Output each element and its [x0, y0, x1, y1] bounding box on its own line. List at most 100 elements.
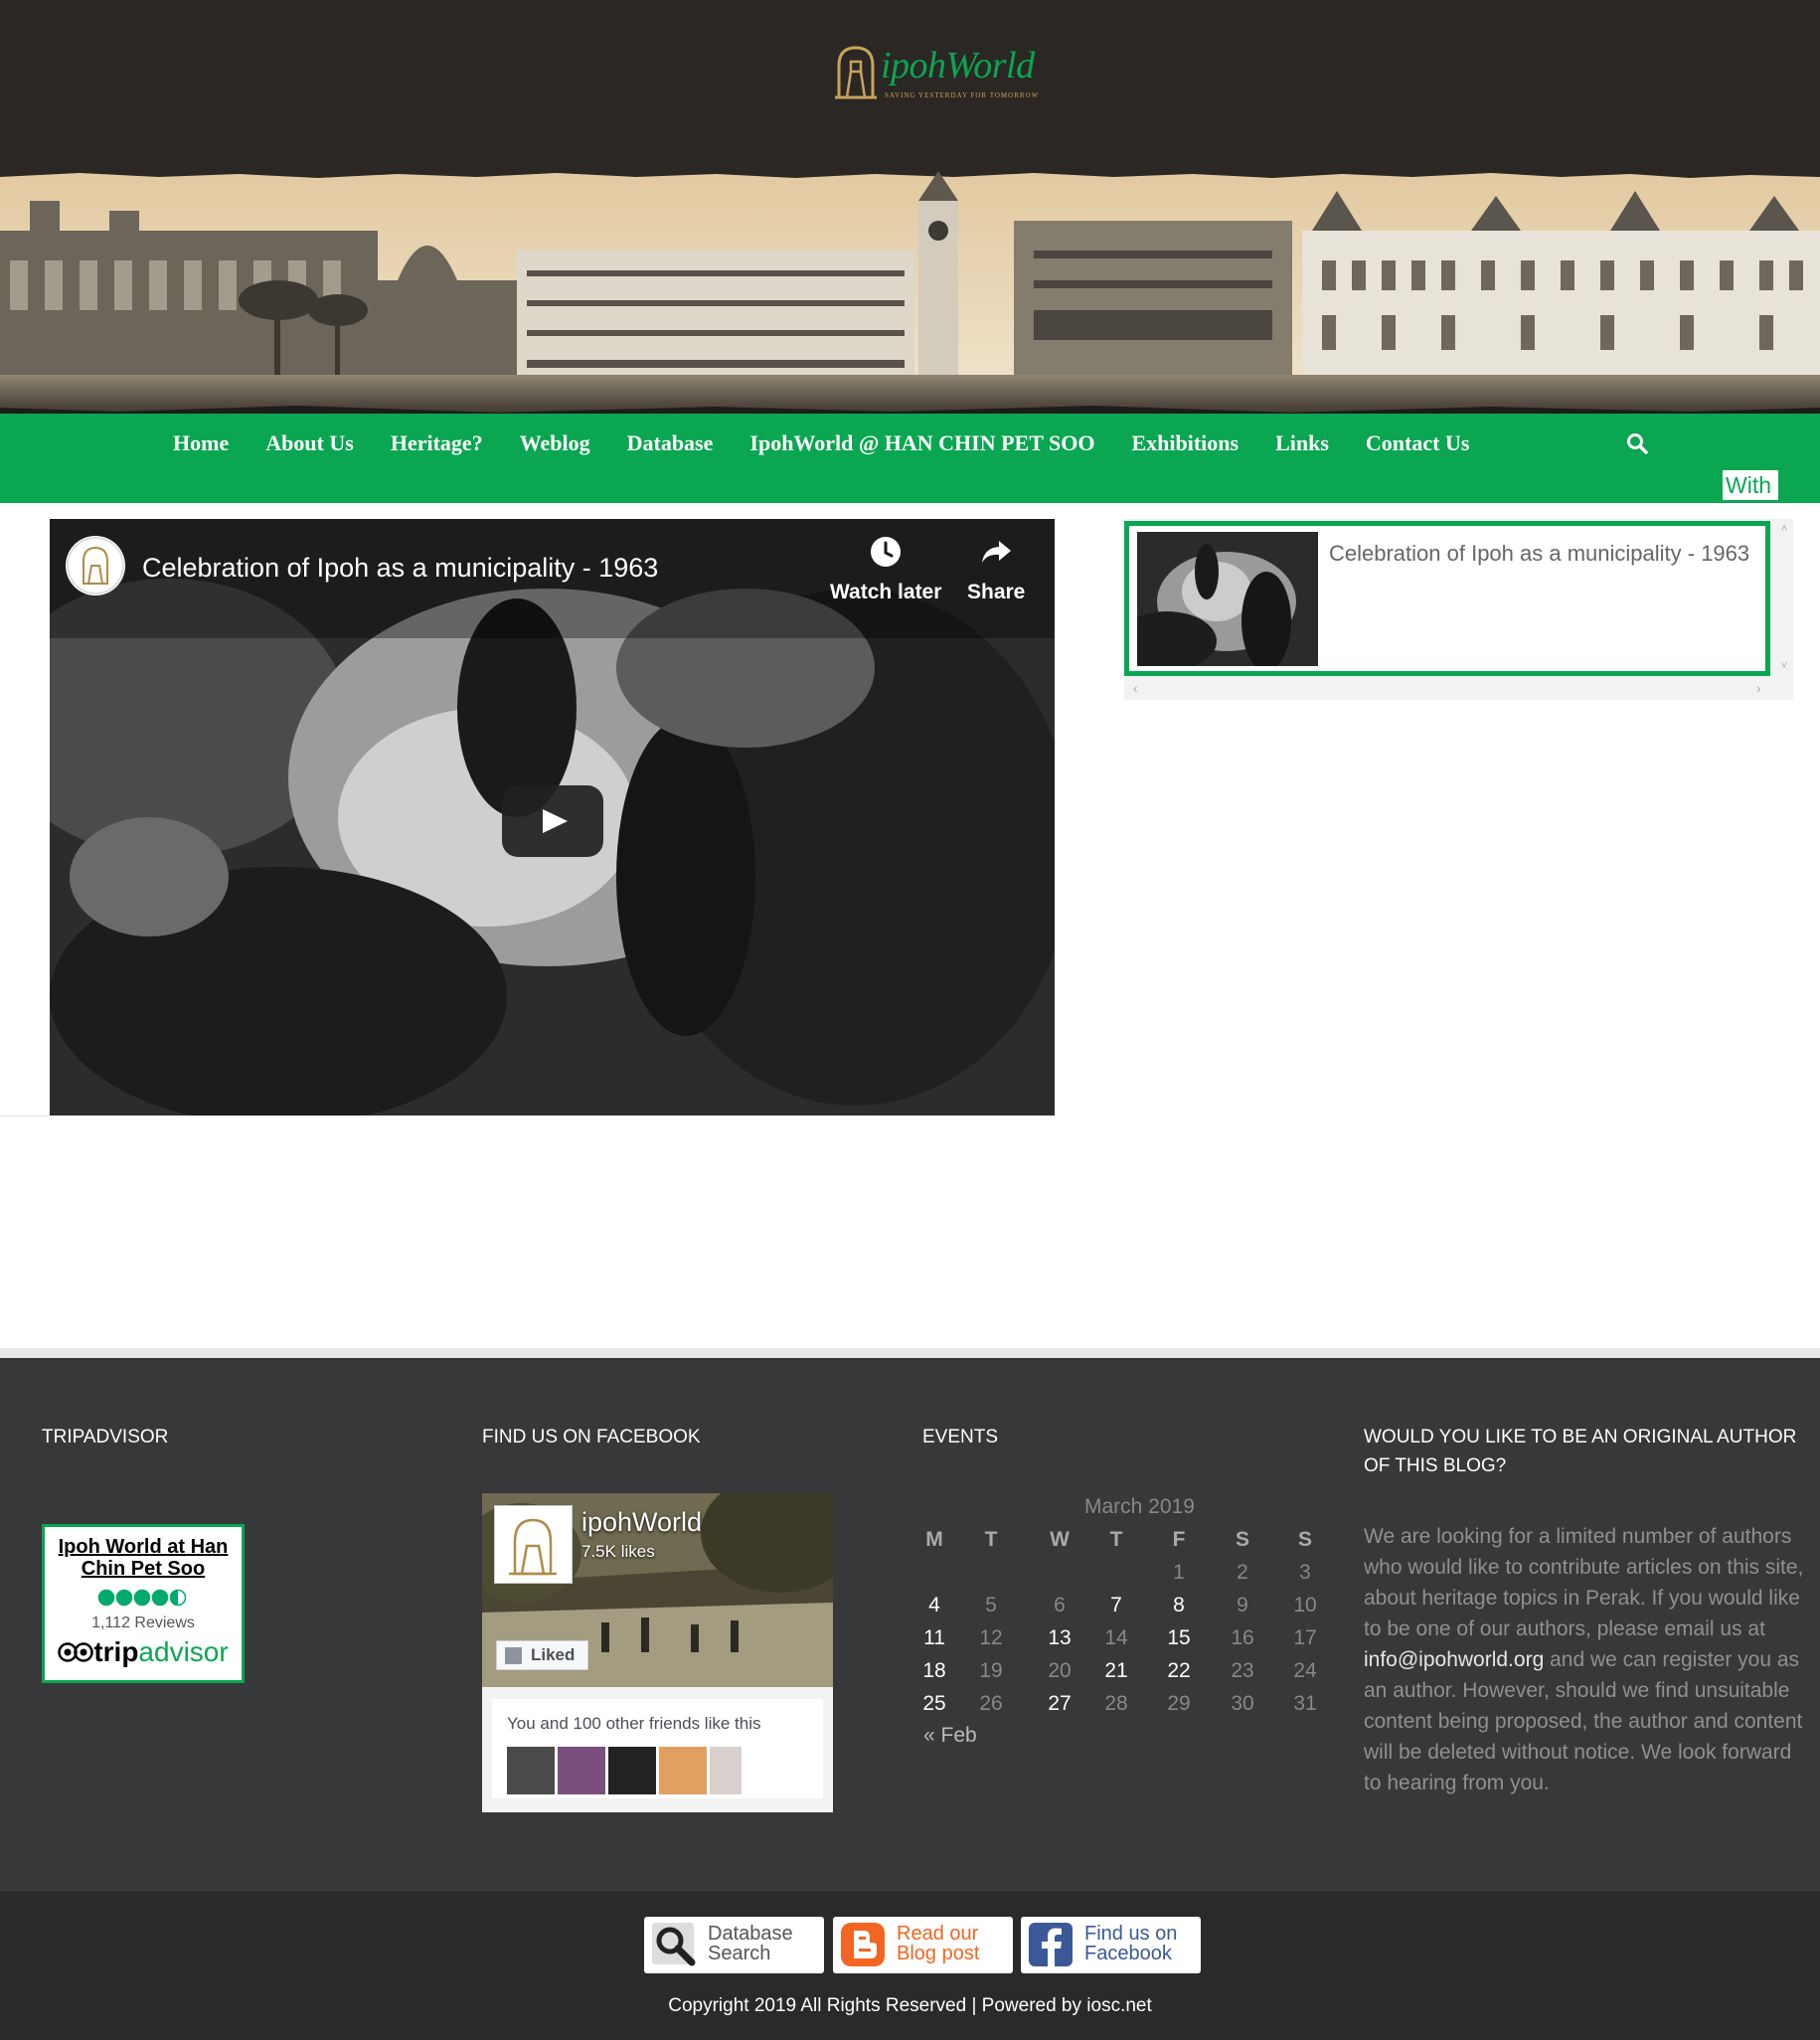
calendar-weekday: F: [1172, 1528, 1186, 1551]
database-search-button[interactable]: Database Search: [644, 1917, 824, 1973]
video-title[interactable]: Celebration of Ipoh as a municipality - …: [142, 553, 658, 584]
video-player[interactable]: Celebration of Ipoh as a municipality - …: [50, 519, 1055, 1115]
scroll-up-icon[interactable]: ˄: [1775, 523, 1793, 535]
scroll-right-icon[interactable]: ›: [1756, 680, 1761, 696]
nav-contact-us[interactable]: Contact Us: [1366, 430, 1470, 456]
tripadvisor-review-count: 1,112 Reviews: [91, 1615, 195, 1631]
nav-exhibitions[interactable]: Exhibitions: [1131, 430, 1239, 456]
calendar-day[interactable]: 7: [1096, 1594, 1136, 1617]
calendar-day: 1: [1173, 1561, 1185, 1584]
calendar-day[interactable]: 8: [1159, 1594, 1199, 1617]
playlist-horizontal-scrollbar[interactable]: ‹ ›: [1124, 680, 1793, 700]
find-us-facebook-line2: Facebook: [1084, 1943, 1172, 1964]
calendar-day: 6: [1054, 1594, 1066, 1616]
news-ticker[interactable]: With r: [1723, 470, 1778, 500]
watch-later-button[interactable]: Watch later: [830, 535, 941, 604]
calendar-day[interactable]: 25: [914, 1692, 954, 1716]
database-search-line1: Database: [708, 1923, 793, 1945]
playlist-thumbnail: [1137, 532, 1318, 666]
calendar-day: 10: [1293, 1594, 1317, 1616]
nav-weblog[interactable]: Weblog: [520, 430, 590, 456]
calendar-day[interactable]: 18: [914, 1659, 954, 1683]
playlist-vertical-scrollbar[interactable]: ˄ ˅: [1775, 521, 1793, 678]
nav-heritage[interactable]: Heritage?: [391, 430, 483, 456]
nav-items: Home About Us Heritage? Weblog Database …: [173, 414, 1506, 473]
friend-avatar[interactable]: [659, 1747, 707, 1794]
calendar-weekday: T: [1109, 1528, 1123, 1551]
facebook-page-name[interactable]: ipohWorld: [581, 1507, 702, 1538]
playlist-item-title: Celebration of Ipoh as a municipality - …: [1329, 541, 1750, 566]
search-icon[interactable]: [1626, 432, 1648, 454]
facebook-icon: [1029, 1923, 1073, 1966]
tripadvisor-brand-a: trip: [93, 1636, 139, 1667]
rating-bubbles-icon: [97, 1589, 187, 1607]
playlist-item[interactable]: Celebration of Ipoh as a municipality - …: [1124, 521, 1770, 676]
calendar-weekday: S: [1235, 1528, 1249, 1551]
nav-links[interactable]: Links: [1275, 430, 1329, 456]
facebook-liked-button[interactable]: Liked: [496, 1640, 588, 1670]
site-logo[interactable]: ipohWorld SAVING YESTERDAY FOR TOMORROW: [833, 40, 1038, 101]
find-us-facebook-line1: Find us on: [1084, 1923, 1178, 1945]
tripadvisor-heading: TRIPADVISOR: [42, 1427, 169, 1447]
tripadvisor-logo: tripadvisor: [45, 1636, 242, 1668]
facebook-page-widget[interactable]: ipohWorld 7.5K likes Liked You and 100 o…: [482, 1493, 833, 1812]
calendar-day: 5: [985, 1594, 997, 1616]
facebook-f-icon: [505, 1647, 522, 1664]
calendar-day: 16: [1231, 1626, 1254, 1649]
calendar-day[interactable]: 22: [1159, 1659, 1199, 1683]
calendar-day: 28: [1104, 1692, 1128, 1715]
calendar-weekday: M: [925, 1528, 943, 1551]
calendar-day[interactable]: 4: [914, 1594, 954, 1617]
author-invitation-text: We are looking for a limited number of a…: [1364, 1521, 1806, 1798]
calendar-day[interactable]: 13: [1040, 1626, 1079, 1650]
main-nav: Home About Us Heritage? Weblog Database …: [0, 414, 1820, 503]
friend-avatar[interactable]: [558, 1747, 605, 1794]
calendar-day: 31: [1293, 1692, 1317, 1715]
tower-logo-icon: [509, 1518, 557, 1576]
friend-avatar[interactable]: [507, 1747, 555, 1794]
calendar-day[interactable]: 27: [1040, 1692, 1079, 1716]
facebook-page-logo[interactable]: [494, 1505, 573, 1584]
calendar-day: 24: [1293, 1659, 1317, 1682]
read-blog-line2: Blog post: [897, 1943, 980, 1964]
clock-icon: [871, 537, 902, 567]
scroll-left-icon[interactable]: ‹: [1133, 680, 1138, 696]
owl-eyes-icon: [58, 1642, 94, 1662]
tripadvisor-widget[interactable]: Ipoh World at Han Chin Pet Soo 1,112 Rev…: [42, 1524, 245, 1683]
tripadvisor-title-link[interactable]: Ipoh World at Han Chin Pet Soo: [45, 1536, 242, 1580]
content-divider: [0, 1115, 1055, 1116]
facebook-heading: FIND US ON FACEBOOK: [482, 1427, 701, 1447]
calendar-caption: March 2019: [1084, 1495, 1195, 1518]
author-email-link[interactable]: info@ipohworld.org: [1364, 1648, 1544, 1671]
calendar-day: 30: [1231, 1692, 1254, 1715]
scroll-down-icon[interactable]: ˅: [1775, 660, 1793, 672]
nav-home[interactable]: Home: [173, 430, 229, 456]
find-us-facebook-label: Find us on Facebook: [1084, 1924, 1177, 1963]
nav-han-chin-pet-soo[interactable]: IpohWorld @ HAN CHIN PET SOO: [749, 430, 1094, 456]
calendar-day[interactable]: 15: [1159, 1626, 1199, 1650]
read-blog-button[interactable]: Read our Blog post: [833, 1917, 1013, 1973]
play-button-icon[interactable]: [502, 785, 603, 857]
calendar-day: 17: [1293, 1626, 1317, 1649]
tripadvisor-brand-b: advisor: [138, 1636, 229, 1667]
author-text-before: We are looking for a limited number of a…: [1364, 1525, 1804, 1640]
share-button[interactable]: Share: [967, 535, 1025, 604]
calendar-prev-month-link[interactable]: « Feb: [923, 1724, 977, 1748]
nav-database[interactable]: Database: [627, 430, 714, 456]
read-blog-label: Read our Blog post: [897, 1924, 979, 1963]
logo-text: ipohWorld: [881, 45, 1035, 86]
calendar-day[interactable]: 21: [1096, 1659, 1136, 1683]
calendar-day[interactable]: 11: [914, 1626, 954, 1650]
friend-avatar[interactable]: [710, 1747, 742, 1794]
calendar-day: 3: [1299, 1561, 1311, 1584]
calendar-day: 12: [979, 1626, 1003, 1649]
channel-avatar[interactable]: [66, 536, 125, 595]
read-blog-line1: Read our: [897, 1923, 979, 1945]
share-label: Share: [967, 581, 1026, 603]
friend-avatar[interactable]: [608, 1747, 656, 1794]
facebook-friends-panel: You and 100 other friends like this: [492, 1699, 823, 1798]
nav-about-us[interactable]: About Us: [265, 430, 354, 456]
facebook-friends-text: You and 100 other friends like this: [507, 1714, 761, 1733]
find-us-facebook-button[interactable]: Find us on Facebook: [1021, 1917, 1201, 1973]
tower-logo-icon: [835, 46, 877, 99]
